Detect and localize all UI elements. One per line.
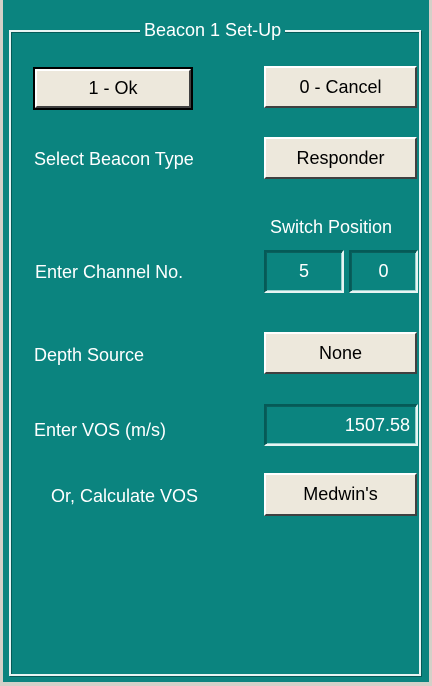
- beacon-type-label: Select Beacon Type: [34, 149, 194, 169]
- ok-button[interactable]: 1 - Ok: [33, 67, 193, 110]
- window-left-edge: [0, 0, 3, 686]
- channel-digit-2-field[interactable]: 0: [349, 250, 418, 293]
- beacon-setup-window: Beacon 1 Set-Up 1 - Ok 0 - Cancel Select…: [0, 0, 432, 686]
- vos-label: Enter VOS (m/s): [34, 420, 167, 440]
- calculate-vos-button[interactable]: Medwin's: [264, 473, 417, 516]
- vos-input[interactable]: 1507.58: [264, 404, 418, 446]
- channel-label: Enter Channel No.: [35, 262, 184, 282]
- cancel-button[interactable]: 0 - Cancel: [264, 66, 417, 108]
- groupbox-title: Beacon 1 Set-Up: [140, 19, 286, 41]
- beacon-type-button[interactable]: Responder: [264, 137, 417, 179]
- switch-position-heading: Switch Position: [270, 217, 393, 237]
- window-bottom-edge: [0, 682, 432, 686]
- depth-source-button[interactable]: None: [264, 332, 417, 374]
- depth-source-label: Depth Source: [34, 345, 145, 365]
- calculate-vos-label: Or, Calculate VOS: [51, 486, 199, 506]
- channel-digit-1-field[interactable]: 5: [264, 250, 344, 293]
